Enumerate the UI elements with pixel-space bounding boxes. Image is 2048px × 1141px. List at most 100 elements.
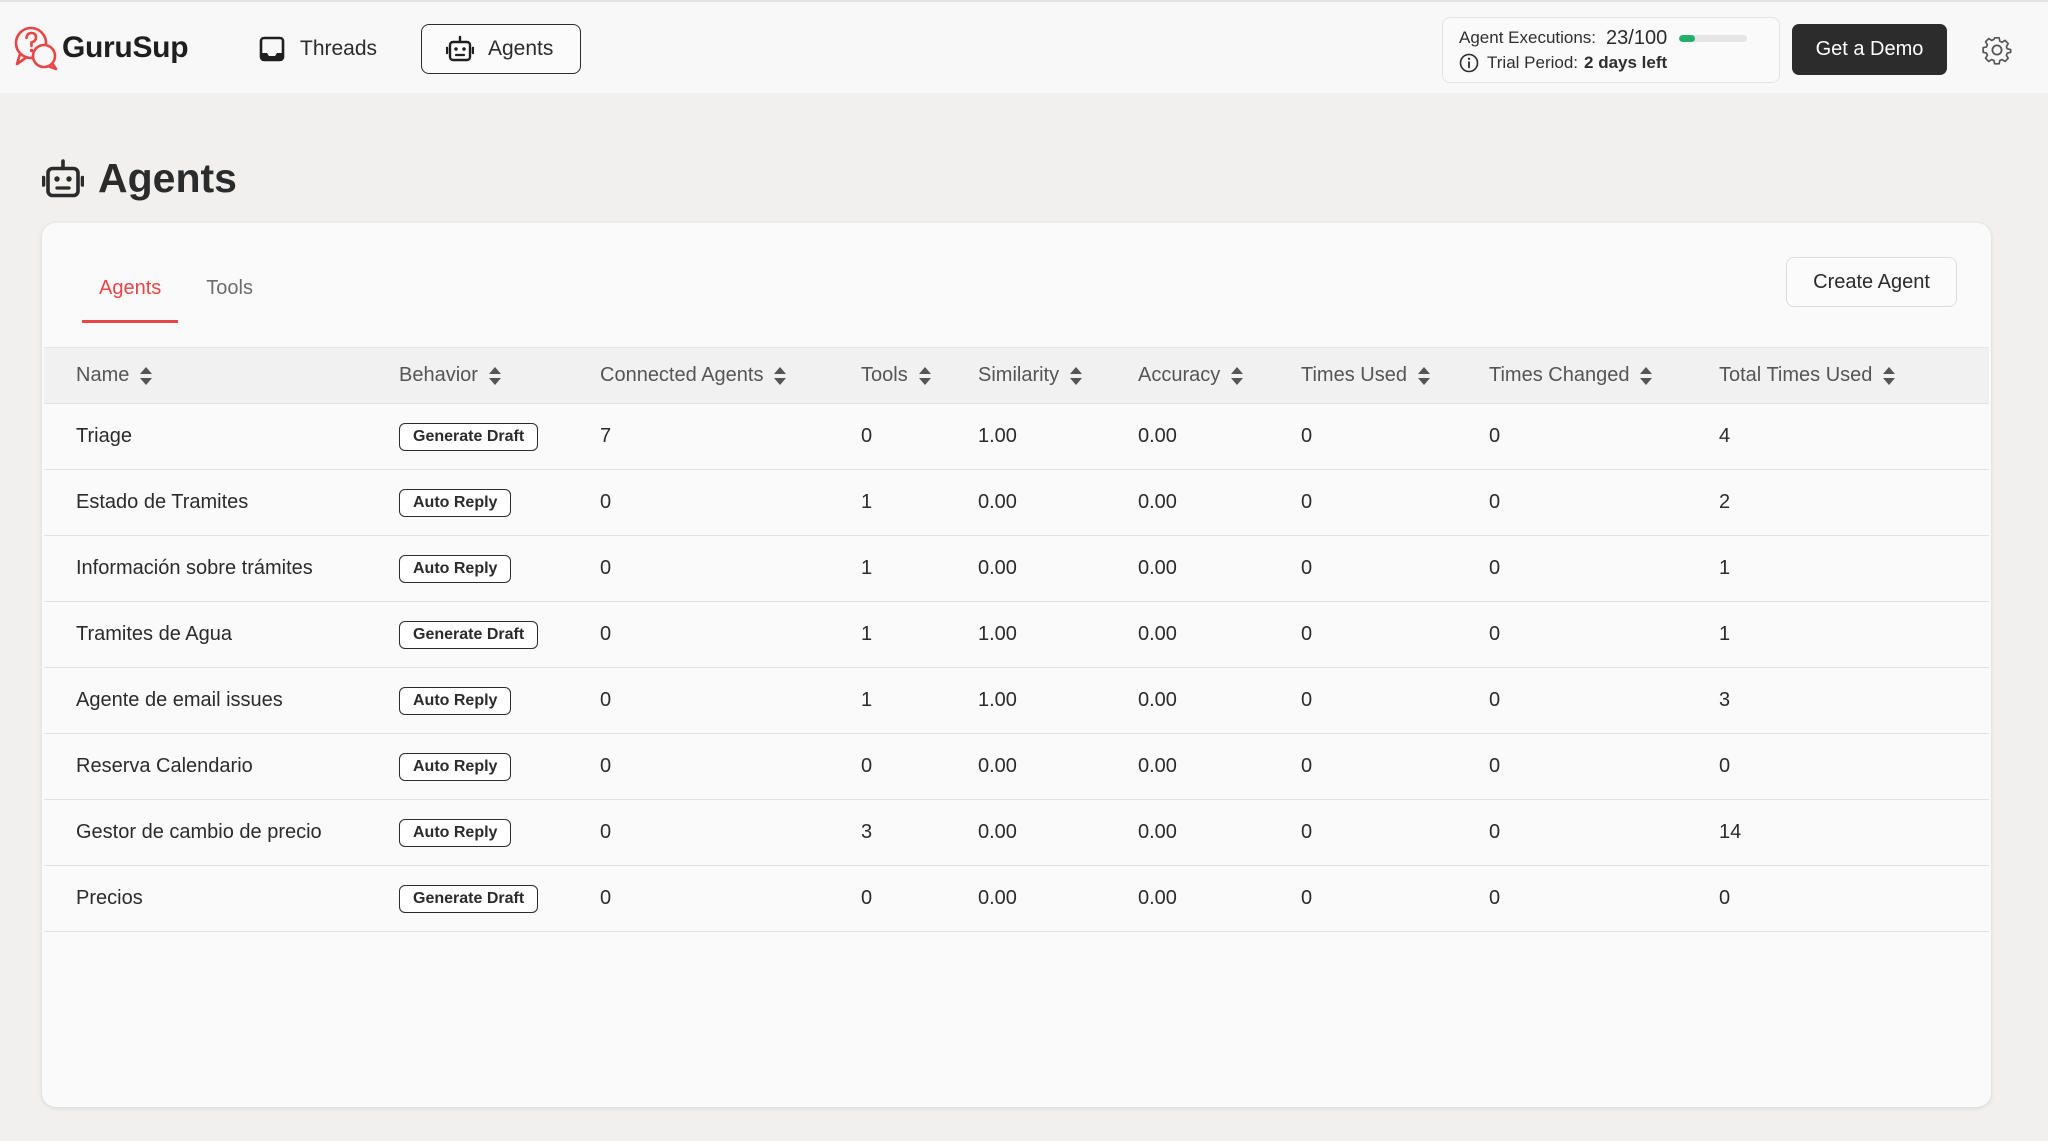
cell-name: Estado de Tramites: [76, 491, 249, 513]
executions-label: Agent Executions:: [1459, 28, 1597, 47]
cell-tools: 0: [861, 425, 873, 447]
behavior-badge: Auto Reply: [399, 752, 512, 781]
sort-icon: [1640, 366, 1653, 385]
cell-times-changed: 0: [1489, 887, 1501, 909]
cell-times-changed: 0: [1489, 689, 1501, 711]
cell-name: Información sobre trámites: [76, 557, 313, 579]
cell-total-times-used: 0: [1719, 755, 1731, 777]
table-row[interactable]: Triage Generate Draft 7 0 1.00 0.00 0 0 …: [44, 404, 1989, 470]
cell-name: Triage: [76, 425, 132, 447]
executions-count: 23/100: [1606, 27, 1667, 50]
cell-times-changed: 0: [1489, 623, 1501, 645]
cell-behavior: Generate Draft: [399, 602, 600, 668]
cell-behavior: Auto Reply: [399, 668, 600, 734]
table-row[interactable]: Reserva Calendario Auto Reply 0 0 0.00 0…: [44, 734, 1989, 800]
brand-name: GuruSup: [62, 31, 189, 64]
cell-similarity: 1.00: [978, 689, 1017, 711]
sort-icon: [1231, 366, 1244, 385]
cell-times-used: 0: [1301, 557, 1313, 579]
col-header-tools[interactable]: Tools: [861, 348, 978, 404]
agents-card: Agents Tools Create Agent Name Behavior …: [42, 223, 1991, 1107]
nav-agents-label: Agents: [488, 37, 554, 60]
cell-connected-agents: 7: [600, 425, 612, 447]
usage-panel: Agent Executions: 23/100 Trial Period: 2…: [1442, 17, 1780, 83]
cell-times-used: 0: [1301, 887, 1313, 909]
cell-similarity: 0.00: [978, 491, 1017, 513]
table-row[interactable]: Información sobre trámites Auto Reply 0 …: [44, 536, 1989, 602]
tab-tools[interactable]: Tools: [189, 271, 270, 323]
col-header-times-used[interactable]: Times Used: [1301, 348, 1489, 404]
cell-accuracy: 0.00: [1138, 755, 1177, 777]
behavior-badge: Generate Draft: [399, 422, 539, 451]
cell-behavior: Generate Draft: [399, 404, 600, 470]
nav-threads-label: Threads: [300, 37, 378, 60]
executions-progress-bar: [1679, 34, 1748, 42]
cell-connected-agents: 0: [600, 491, 612, 513]
col-header-total-times-used[interactable]: Total Times Used: [1719, 348, 1989, 404]
table-row[interactable]: Precios Generate Draft 0 0 0.00 0.00 0 0…: [44, 866, 1989, 932]
col-header-accuracy[interactable]: Accuracy: [1138, 348, 1301, 404]
table-row[interactable]: Estado de Tramites Auto Reply 0 1 0.00 0…: [44, 470, 1989, 536]
cell-name: Tramites de Agua: [76, 623, 233, 645]
cell-times-used: 0: [1301, 491, 1313, 513]
col-header-times-changed[interactable]: Times Changed: [1489, 348, 1719, 404]
cell-similarity: 0.00: [978, 557, 1017, 579]
cell-accuracy: 0.00: [1138, 689, 1177, 711]
logo[interactable]: GuruSup: [12, 24, 189, 72]
sort-icon: [1417, 366, 1430, 385]
executions-progress-fill: [1679, 34, 1695, 42]
table-row[interactable]: Agente de email issues Auto Reply 0 1 1.…: [44, 668, 1989, 734]
cell-times-changed: 0: [1489, 425, 1501, 447]
tab-agents[interactable]: Agents: [82, 271, 179, 323]
cell-times-used: 0: [1301, 425, 1313, 447]
cell-total-times-used: 2: [1719, 491, 1731, 513]
col-label: Similarity: [978, 364, 1060, 386]
sort-icon: [1883, 366, 1896, 385]
cell-name: Reserva Calendario: [76, 755, 253, 777]
robot-icon: [42, 158, 84, 197]
cell-accuracy: 0.00: [1138, 887, 1177, 909]
col-label: Times Used: [1301, 364, 1407, 386]
col-header-connected-agents[interactable]: Connected Agents: [600, 348, 861, 404]
cell-times-used: 0: [1301, 755, 1313, 777]
cell-accuracy: 0.00: [1138, 425, 1177, 447]
cell-tools: 0: [861, 755, 873, 777]
nav-threads-button[interactable]: Threads: [234, 24, 401, 74]
cell-accuracy: 0.00: [1138, 557, 1177, 579]
behavior-badge: Generate Draft: [399, 620, 539, 649]
col-header-behavior[interactable]: Behavior: [399, 348, 600, 404]
cell-name: Gestor de cambio de precio: [76, 821, 322, 843]
cell-behavior: Auto Reply: [399, 734, 600, 800]
cell-connected-agents: 0: [600, 887, 612, 909]
col-header-name[interactable]: Name: [44, 348, 399, 404]
cell-tools: 1: [861, 623, 873, 645]
table-row[interactable]: Tramites de Agua Generate Draft 0 1 1.00…: [44, 602, 1989, 668]
nav-agents-button[interactable]: Agents: [421, 24, 581, 74]
cell-total-times-used: 1: [1719, 623, 1731, 645]
trial-value: 2 days left: [1584, 53, 1668, 72]
cell-tools: 1: [861, 491, 873, 513]
get-demo-button[interactable]: Get a Demo: [1792, 24, 1947, 75]
executions-total: 100: [1633, 26, 1668, 49]
cell-tools: 1: [861, 557, 873, 579]
cell-tools: 3: [861, 821, 873, 843]
info-icon: [1459, 53, 1479, 73]
cell-total-times-used: 1: [1719, 557, 1731, 579]
cell-behavior: Auto Reply: [399, 470, 600, 536]
behavior-badge: Auto Reply: [399, 686, 512, 715]
cell-connected-agents: 0: [600, 623, 612, 645]
cell-similarity: 1.00: [978, 425, 1017, 447]
behavior-badge: Generate Draft: [399, 884, 539, 913]
create-agent-button[interactable]: Create Agent: [1786, 257, 1957, 307]
page-header: Agents: [42, 155, 237, 202]
cell-connected-agents: 0: [600, 755, 612, 777]
table-row[interactable]: Gestor de cambio de precio Auto Reply 0 …: [44, 800, 1989, 866]
col-header-similarity[interactable]: Similarity: [978, 348, 1138, 404]
cell-total-times-used: 3: [1719, 689, 1731, 711]
cell-behavior: Generate Draft: [399, 866, 600, 932]
cell-accuracy: 0.00: [1138, 821, 1177, 843]
cell-similarity: 0.00: [978, 887, 1017, 909]
gear-icon[interactable]: [1982, 35, 2012, 65]
cell-connected-agents: 0: [600, 689, 612, 711]
trial-label: Trial Period:: [1487, 53, 1579, 72]
